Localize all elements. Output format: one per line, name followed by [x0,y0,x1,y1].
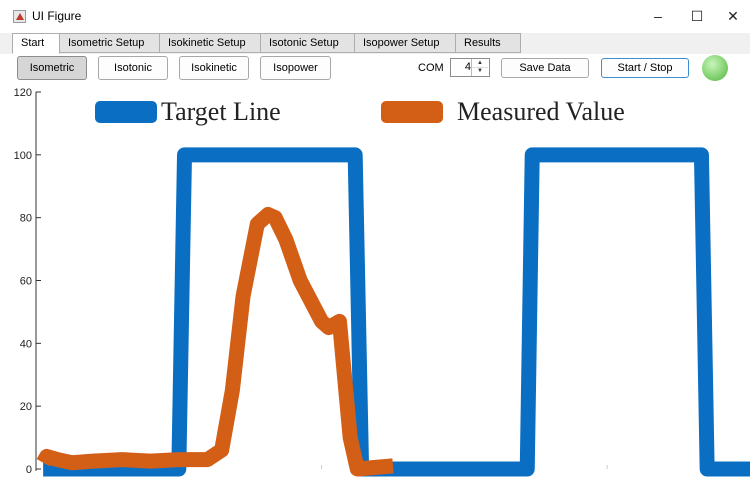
toolbar: Isometric Isotonic Isokinetic Isopower C… [0,54,750,87]
tab-isometric-setup[interactable]: Isometric Setup [59,33,160,53]
target-line-series [43,147,750,477]
com-port-value[interactable]: 4 [455,61,471,73]
target-line-legend-swatch [95,101,157,123]
y-tick-label: 80 [20,213,32,225]
isokinetic-button[interactable]: Isokinetic [179,56,249,80]
window-title: UI Figure [32,9,82,23]
minimize-button[interactable]: – [641,4,675,28]
y-tick-label: 20 [20,401,32,413]
chart-series [36,147,750,477]
tab-isopower-setup[interactable]: Isopower Setup [354,33,456,53]
tab-strip: Start Isometric Setup Isokinetic Setup I… [0,33,750,54]
tab-isokinetic-setup[interactable]: Isokinetic Setup [159,33,261,53]
tab-results[interactable]: Results [455,33,521,53]
isometric-button[interactable]: Isometric [17,56,87,80]
tab-start[interactable]: Start [12,33,60,54]
save-data-button[interactable]: Save Data [501,58,589,78]
isotonic-button[interactable]: Isotonic [98,56,168,80]
tab-isotonic-setup[interactable]: Isotonic Setup [260,33,355,53]
isopower-button[interactable]: Isopower [260,56,331,80]
measured-value-legend-label: Measured Value [457,97,625,126]
spinner-down-icon[interactable]: ▼ [472,67,488,75]
measured-value-series [36,207,394,477]
plot-area: 0 20 40 60 80 100 120 Target Line Measured Valu… [0,87,750,491]
y-tick-label: 0 [26,464,32,476]
matlab-figure-icon [13,10,26,23]
y-tick-label: 40 [20,338,32,350]
measured-value-legend-swatch [381,101,443,123]
status-lamp [702,55,728,81]
maximize-button[interactable]: ☐ [680,4,714,28]
chart-legend: Target Line Measured Value [95,97,625,126]
close-button[interactable]: ✕ [716,4,750,28]
chart-axes: 0 20 40 60 80 100 120 [14,87,608,476]
start-stop-button[interactable]: Start / Stop [601,58,689,78]
y-tick-label: 60 [20,276,32,288]
y-tick-label: 100 [14,150,32,162]
com-label: COM [418,62,444,74]
line-chart: 0 20 40 60 80 100 120 Target Line Measured Valu… [14,87,750,477]
target-line-legend-label: Target Line [161,97,281,126]
y-tick-label: 120 [14,87,32,99]
title-bar: UI Figure – ☐ ✕ [0,0,750,33]
com-port-spinner[interactable]: 4 ▲ ▼ [450,58,490,77]
spinner-arrows: ▲ ▼ [471,59,489,76]
